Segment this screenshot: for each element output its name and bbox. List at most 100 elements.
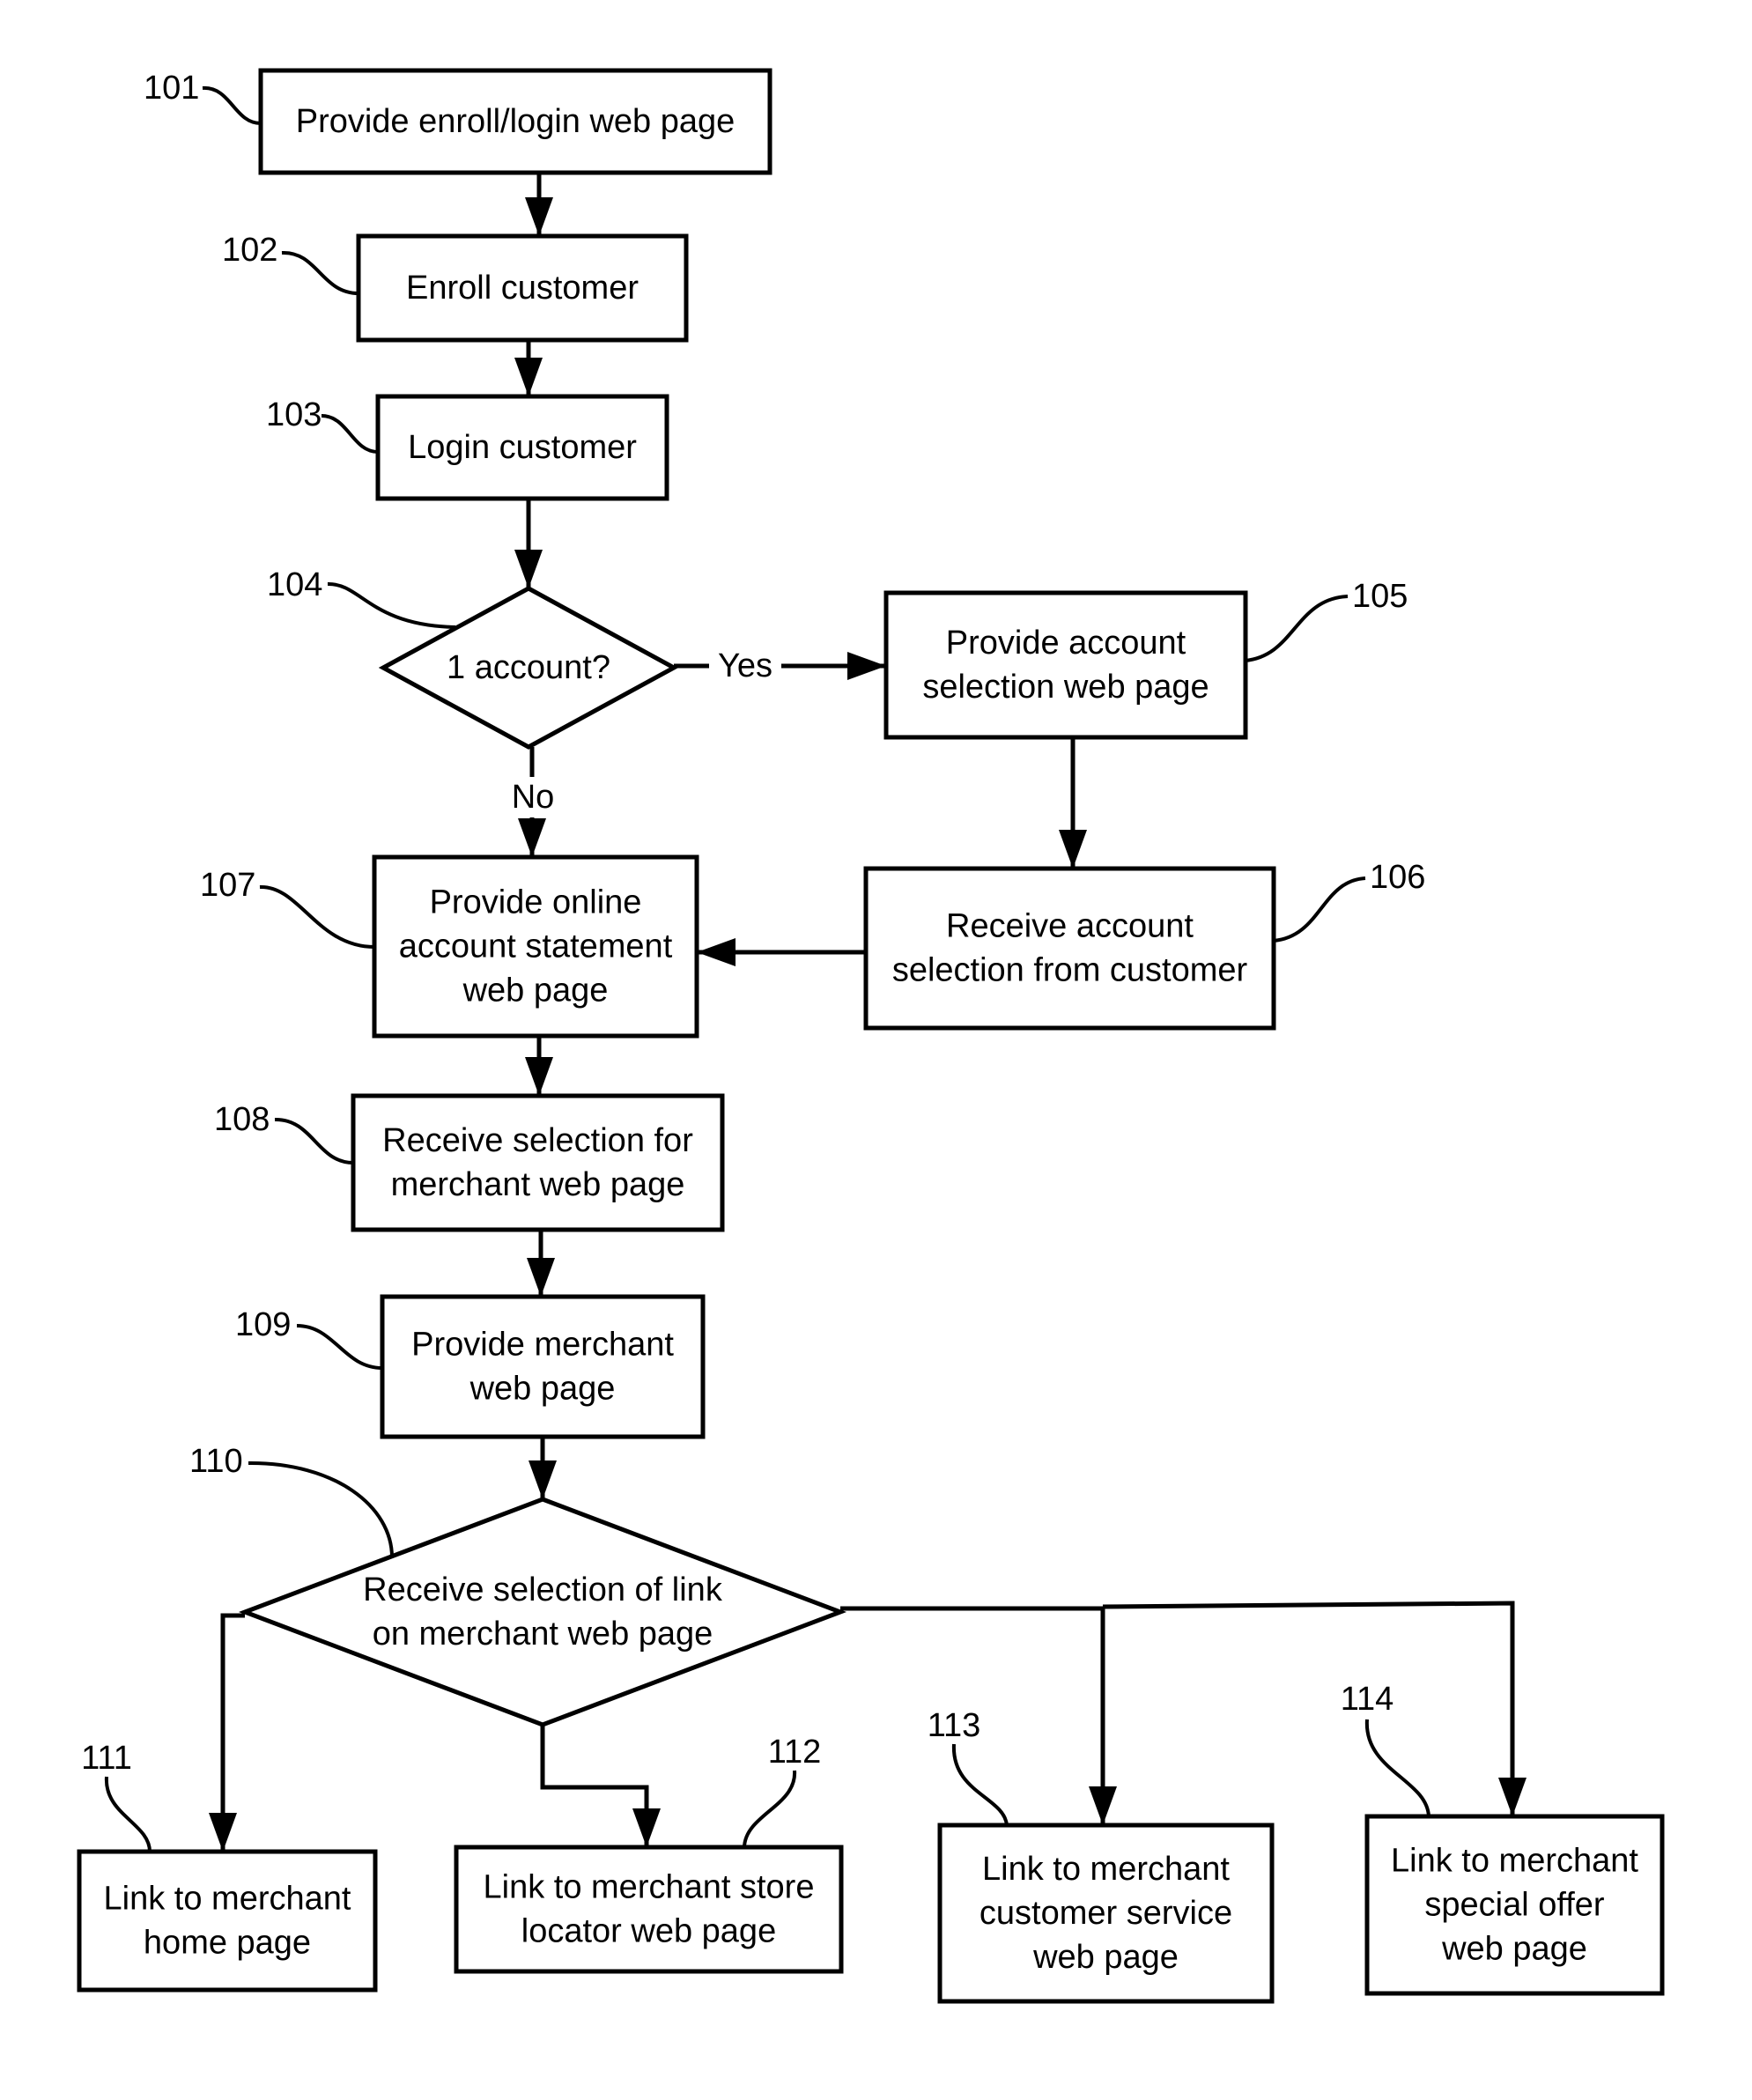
flow-node-112: Link to merchant store locator web page <box>454 1845 844 1974</box>
process-box <box>863 866 1276 1031</box>
edge-104-to-105: Yes <box>674 645 886 687</box>
ref-numeral-110: 110 <box>189 1443 394 1558</box>
flow-node-113: Link to merchant customer service web page <box>937 1823 1275 2004</box>
ref-numeral-101: 101 <box>144 70 262 125</box>
flow-node-105: Provide account selection web page <box>883 590 1248 740</box>
node-label-line: home page <box>144 1925 311 1962</box>
arrowhead-icon <box>1498 1778 1527 1816</box>
node-label-line: web page <box>1441 1931 1587 1968</box>
leader-line <box>104 1776 152 1852</box>
flow-node-101: Provide enroll/login web page <box>258 68 773 175</box>
arrowhead-icon <box>1059 830 1087 869</box>
edge-105-to-106 <box>1059 737 1087 869</box>
leader-line <box>743 1770 797 1848</box>
node-label-line: Link to merchant store <box>484 1869 815 1906</box>
ref-numeral-label: 114 <box>1341 1681 1394 1718</box>
edge-110-to-114 <box>1102 1601 1527 1816</box>
ref-numeral-label: 103 <box>266 396 322 433</box>
leader-line <box>1364 1719 1430 1817</box>
flow-node-107: Provide online account statement web page <box>372 854 699 1039</box>
leader-line <box>281 250 359 295</box>
node-label-line: customer service <box>979 1895 1232 1932</box>
arrowhead-icon <box>514 550 543 588</box>
ref-numeral-102: 102 <box>222 232 359 295</box>
arrowhead-icon <box>529 1460 557 1499</box>
leader-line <box>274 1117 354 1165</box>
decision-diamond <box>238 1497 847 1727</box>
process-box <box>351 1093 725 1232</box>
edge-103-to-104 <box>514 499 543 588</box>
node-label-line: Provide online <box>430 884 642 921</box>
ref-numeral-107: 107 <box>200 867 375 949</box>
arrowhead-icon <box>697 938 736 966</box>
edge-104-to-107: No <box>509 747 557 857</box>
ref-numeral-106: 106 <box>1273 859 1425 943</box>
edge-109-to-110 <box>529 1437 557 1499</box>
ref-numeral-105: 105 <box>1244 578 1408 662</box>
flow-node-104: 1 account? <box>378 586 679 750</box>
flow-node-108: Receive selection for merchant web page <box>351 1093 725 1232</box>
leader-line <box>1244 595 1349 662</box>
edge-108-to-109 <box>527 1230 555 1297</box>
ref-numeral-label: 109 <box>235 1306 291 1343</box>
ref-numeral-label: 113 <box>928 1707 981 1744</box>
ref-numeral-label: 107 <box>200 867 255 904</box>
node-label-line: Receive selection for <box>382 1122 693 1159</box>
flow-node-111: Link to merchant home page <box>77 1849 378 1993</box>
node-label-line: web page <box>1032 1939 1179 1976</box>
edge-107-to-108 <box>525 1036 553 1096</box>
flowchart-canvas: Yes No Provide enroll/login web page Enrol… <box>77 68 1665 2004</box>
flow-node-110: Receive selection of link on merchant web… <box>238 1497 847 1727</box>
nodes-layer: Provide enroll/login web page Enroll cust… <box>77 68 1665 2004</box>
leader-line <box>951 1743 1009 1826</box>
node-label-line: Link to merchant <box>982 1851 1230 1888</box>
node-label-line: selection from customer <box>892 952 1248 989</box>
arrowhead-icon <box>847 652 886 680</box>
arrowhead-icon <box>632 1808 661 1847</box>
ref-numeral-label: 110 <box>189 1443 243 1480</box>
leader-line <box>296 1324 383 1370</box>
process-box <box>883 590 1248 740</box>
leader-line <box>1273 876 1366 943</box>
edge-106-to-107 <box>697 938 866 966</box>
flow-node-109: Provide merchant web page <box>380 1294 706 1439</box>
node-label-line: special offer <box>1424 1887 1605 1924</box>
ref-numeral-103: 103 <box>266 396 379 454</box>
arrowhead-icon <box>209 1813 237 1852</box>
ref-numeral-label: 108 <box>214 1101 270 1138</box>
ref-numeral-109: 109 <box>235 1306 383 1370</box>
arrowhead-icon <box>525 1057 553 1096</box>
node-label-line: Receive selection of link <box>363 1571 723 1608</box>
leader-line <box>248 1460 394 1558</box>
leader-line <box>259 884 375 949</box>
ref-numeral-111: 111 <box>81 1740 152 1852</box>
node-label-line: web page <box>462 972 609 1009</box>
ref-numeral-label: 105 <box>1352 578 1408 615</box>
leader-line <box>327 581 456 629</box>
node-label-line: Provide merchant <box>411 1327 674 1364</box>
ref-numeral-label: 101 <box>144 70 199 107</box>
ref-numeral-108: 108 <box>214 1101 354 1165</box>
node-label-line: account statement <box>399 928 673 965</box>
process-box <box>454 1845 844 1974</box>
edge-label-yes: Yes <box>718 647 773 684</box>
connector-line <box>1102 1601 1515 1816</box>
flow-node-114: Link to merchant special offer web page <box>1364 1814 1665 1996</box>
arrowhead-icon <box>514 358 543 396</box>
node-label-line: Provide account <box>946 625 1186 662</box>
ref-numeral-label: 106 <box>1370 859 1425 896</box>
node-label-line: Link to merchant <box>104 1881 351 1918</box>
node-label-line: on merchant web page <box>373 1616 713 1653</box>
edge-110-to-111 <box>209 1613 245 1852</box>
ref-numeral-114: 114 <box>1341 1681 1430 1817</box>
node-label-line: 1 account? <box>447 649 610 686</box>
edge-102-to-103 <box>514 340 543 396</box>
flow-node-106: Receive account selection from customer <box>863 866 1276 1031</box>
ref-numeral-label: 102 <box>222 232 277 269</box>
ref-numeral-104: 104 <box>267 566 456 629</box>
edge-101-to-102 <box>525 173 553 236</box>
edge-label-no: No <box>512 779 555 816</box>
ref-numeral-label: 111 <box>81 1740 132 1777</box>
ref-numeral-label: 104 <box>267 566 322 603</box>
process-box <box>77 1849 378 1993</box>
